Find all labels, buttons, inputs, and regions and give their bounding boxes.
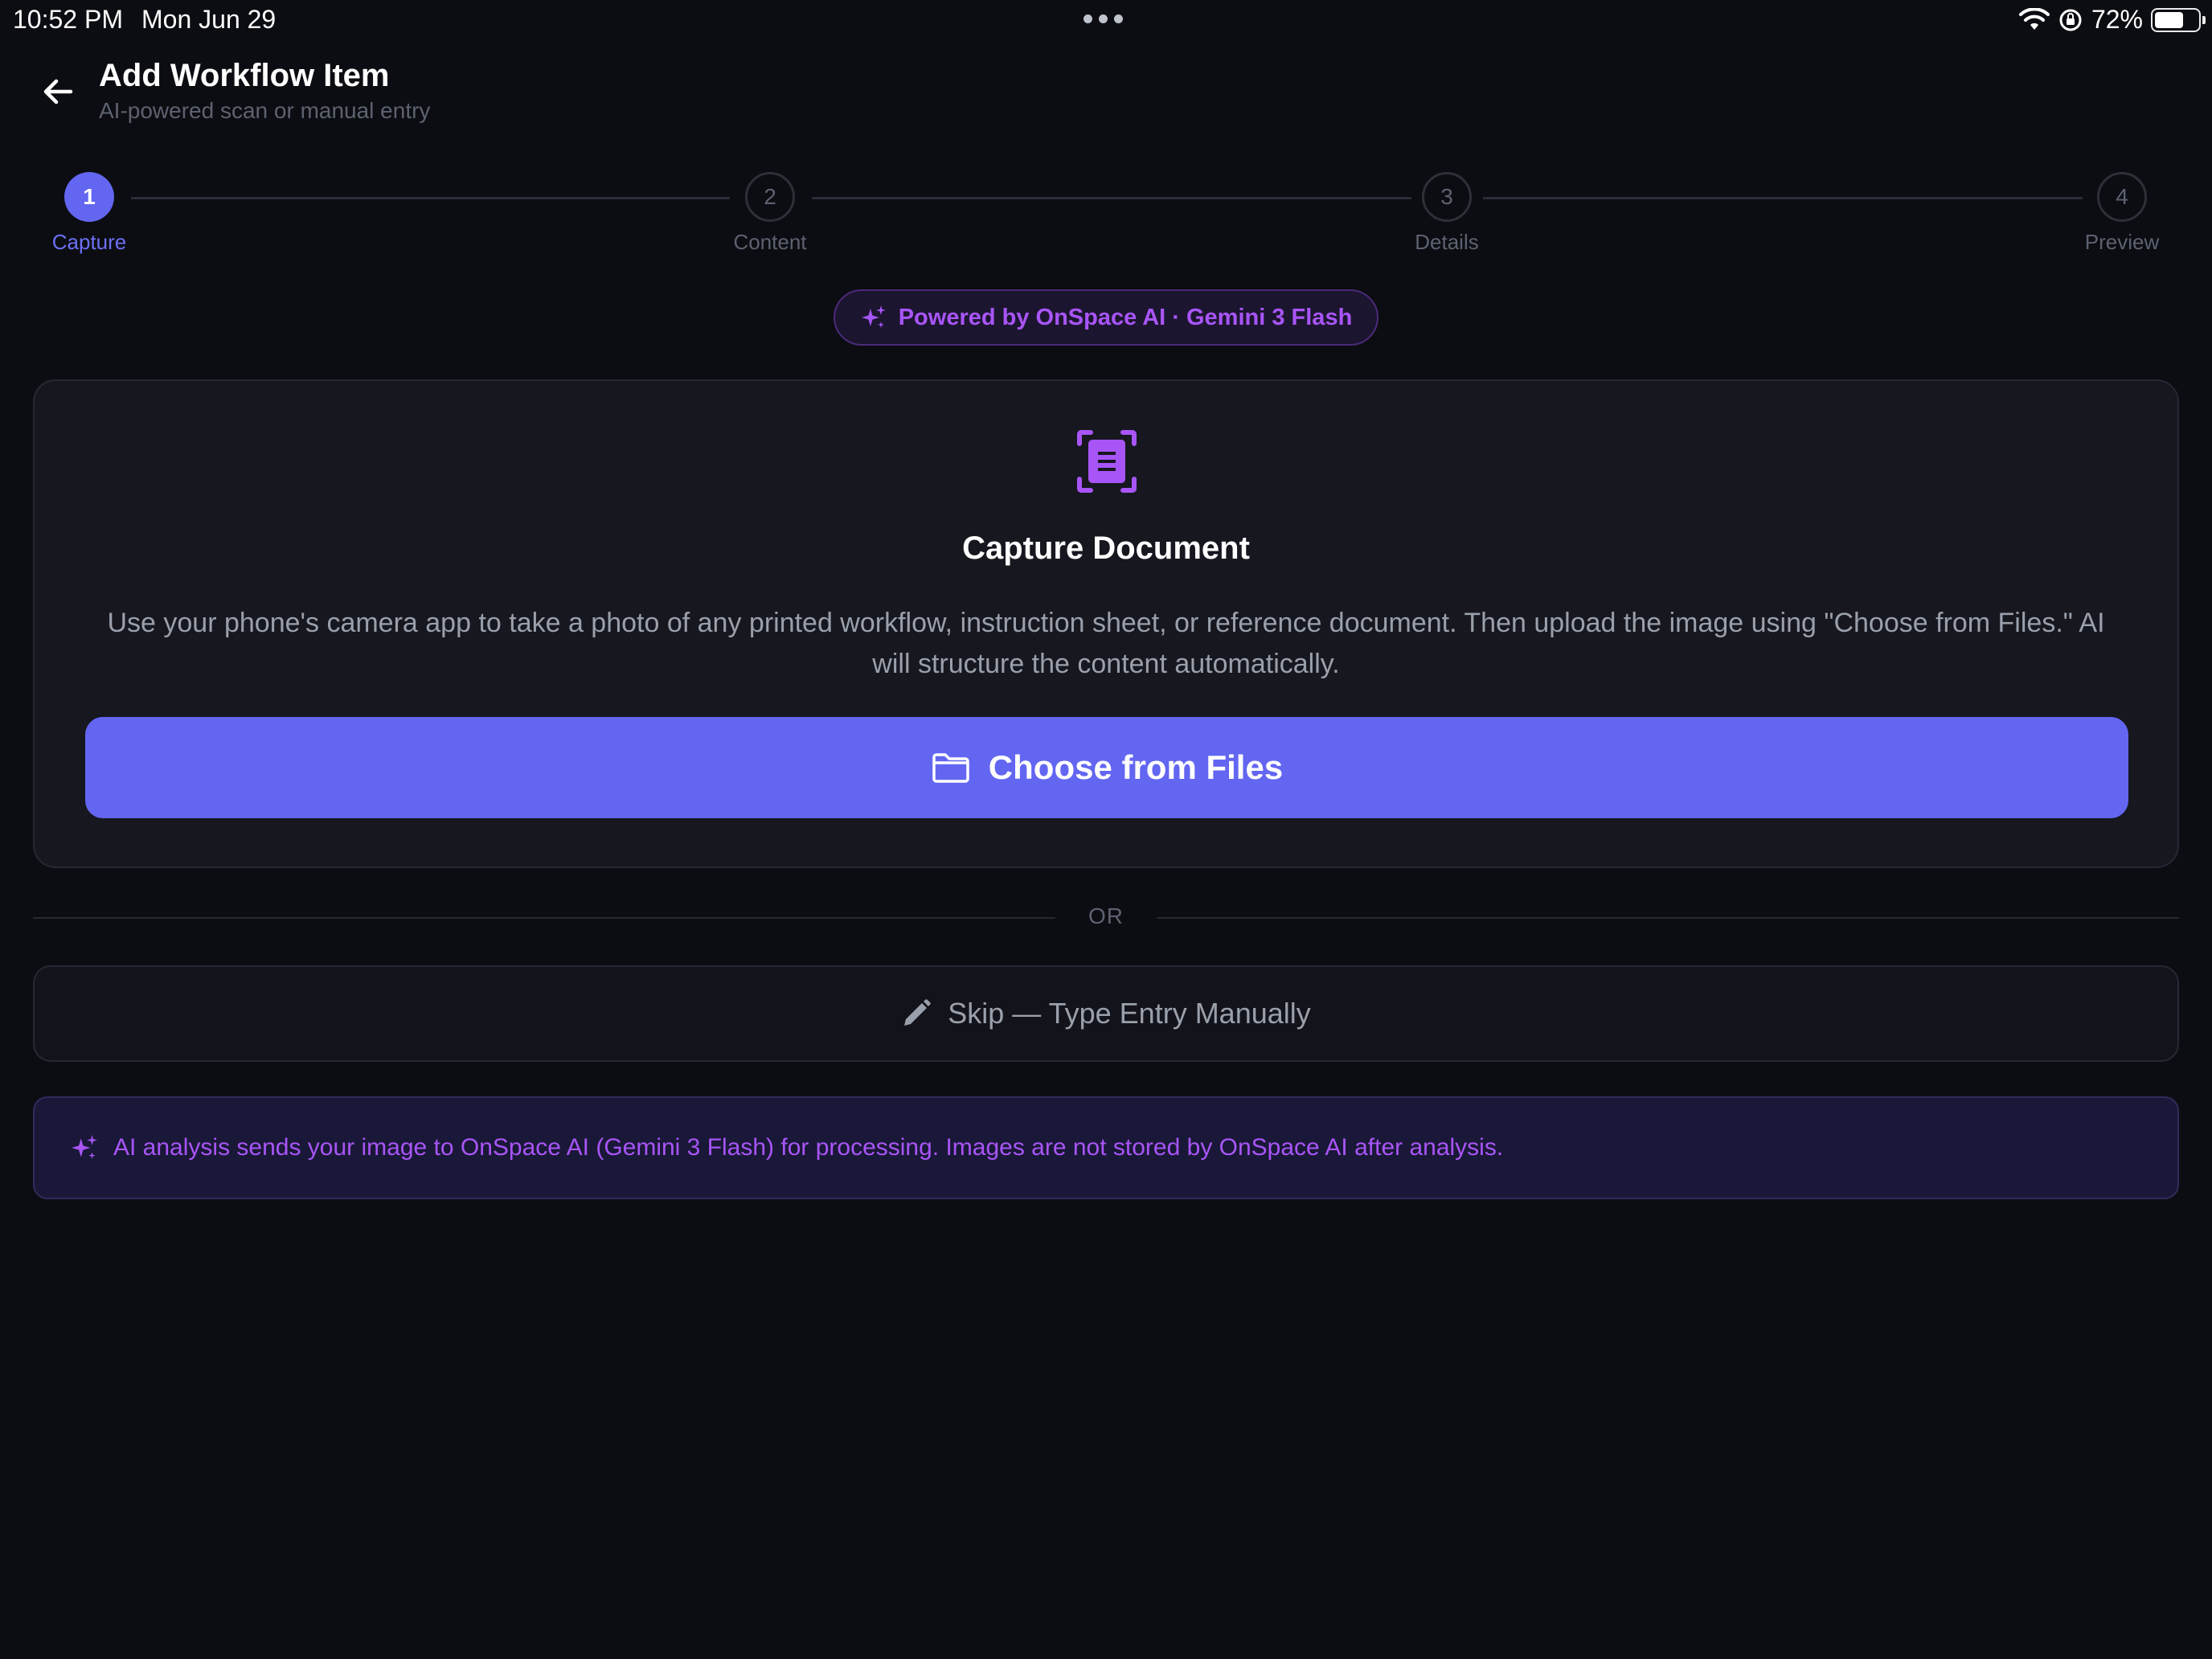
step-label: Preview <box>2084 230 2160 254</box>
ai-powered-badge: Powered by OnSpace AI · Gemini 3 Flash <box>834 289 1378 346</box>
or-divider: OR <box>33 902 2179 934</box>
step-number: 1 <box>64 172 114 222</box>
progress-stepper: 1 Capture 2 Content 3 Details 4 Preview <box>0 172 2212 260</box>
skip-label: Skip — Type Entry Manually <box>948 997 1311 1030</box>
capture-card: Capture Document Use your phone's camera… <box>33 379 2179 868</box>
pencil-icon <box>904 999 931 1026</box>
status-date: Mon Jun 29 <box>141 5 276 34</box>
sparkles-icon <box>861 305 886 328</box>
step-label: Capture <box>51 230 127 254</box>
page-title: Add Workflow Item <box>99 58 390 93</box>
step-details[interactable]: 3 Details <box>1382 172 1511 255</box>
step-preview[interactable]: 4 Preview <box>2058 172 2186 255</box>
or-label: OR <box>1088 903 1124 928</box>
document-scan-icon <box>1077 430 1137 493</box>
ai-privacy-note: AI analysis sends your image to OnSpace … <box>33 1096 2179 1199</box>
divider-line <box>1157 917 2179 919</box>
wifi-icon <box>2018 7 2050 30</box>
folder-icon <box>932 753 969 783</box>
choose-from-files-label: Choose from Files <box>988 748 1284 786</box>
arrow-left-icon <box>43 79 73 104</box>
ai-badge-text: Powered by OnSpace AI · Gemini 3 Flash <box>898 304 1353 330</box>
capture-title: Capture Document <box>962 530 1250 566</box>
multitasking-dots-icon[interactable] <box>1083 14 1123 23</box>
step-number: 4 <box>2097 172 2147 222</box>
status-time: 10:52 PM <box>13 5 123 34</box>
battery-percentage: 72% <box>2091 5 2143 34</box>
step-connector <box>1483 197 2083 199</box>
step-number: 3 <box>1422 172 1472 222</box>
battery-icon <box>2151 7 2206 32</box>
step-content[interactable]: 2 Content <box>706 172 834 255</box>
status-indicators: 72% <box>2018 5 2206 35</box>
step-connector <box>131 197 730 199</box>
skip-manual-entry-button[interactable]: Skip — Type Entry Manually <box>33 965 2179 1062</box>
capture-description: Use your phone's camera app to take a ph… <box>107 608 2105 679</box>
status-bar: 10:52 PM Mon Jun 29 72% <box>0 0 2212 42</box>
ai-privacy-text: AI analysis sends your image to OnSpace … <box>113 1134 1504 1161</box>
choose-from-files-button[interactable]: Choose from Files <box>85 717 2128 818</box>
step-label: Content <box>733 230 807 254</box>
sparkles-icon <box>72 1135 97 1159</box>
step-label: Details <box>1415 230 1479 254</box>
step-connector <box>812 197 1411 199</box>
orientation-lock-icon <box>2059 9 2082 31</box>
page-subtitle: AI-powered scan or manual entry <box>99 98 431 123</box>
step-capture[interactable]: 1 Capture <box>25 172 154 255</box>
back-button[interactable] <box>35 69 80 114</box>
step-number: 2 <box>745 172 795 222</box>
